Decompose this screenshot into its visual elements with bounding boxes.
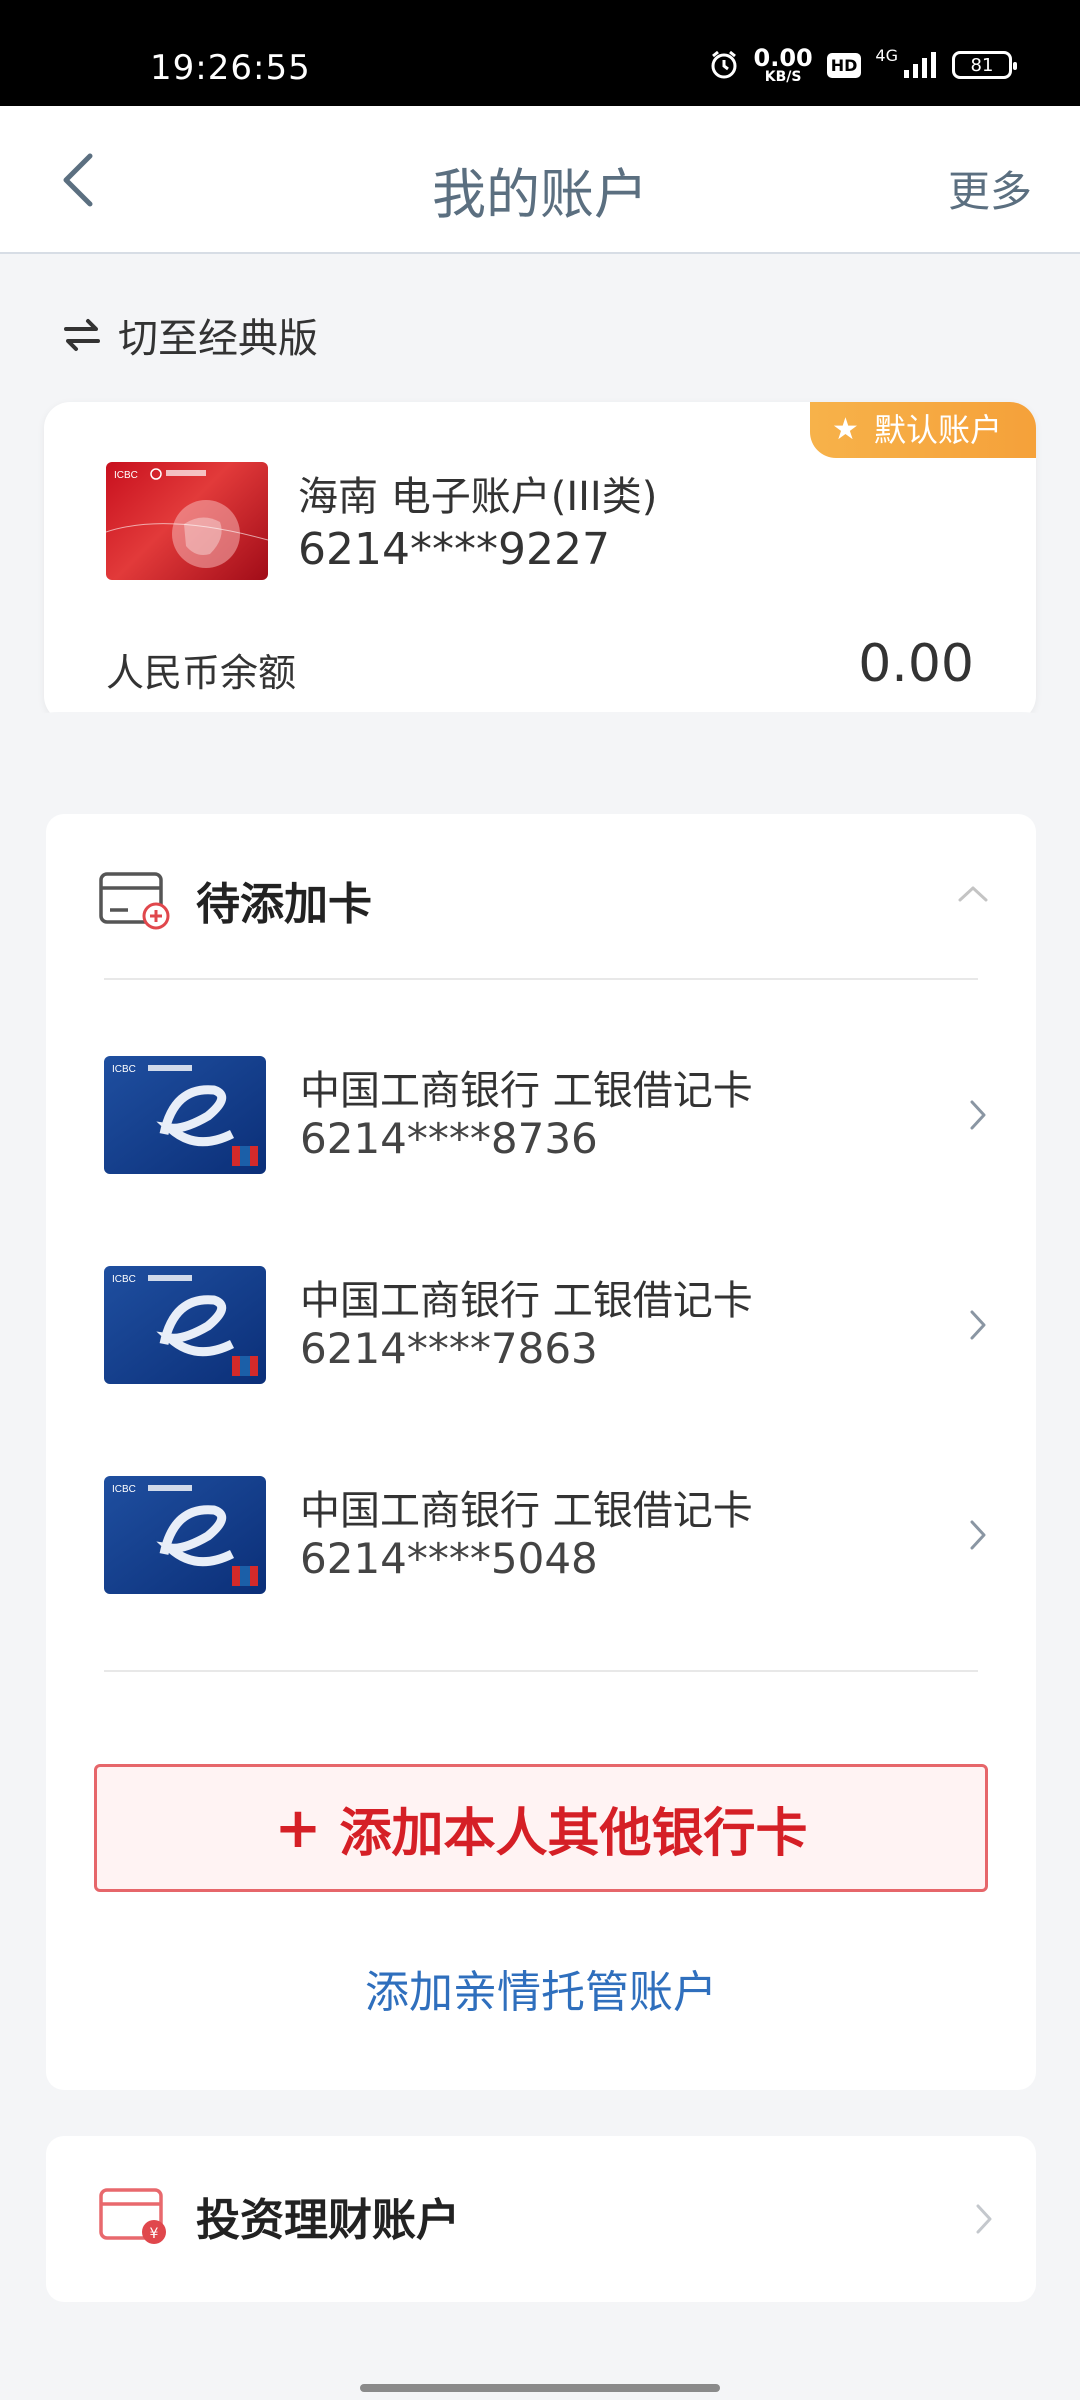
card-number: 6214****8736 (300, 1114, 598, 1163)
network-type: 4G (875, 46, 898, 65)
invest-accounts-header: ¥ 投资理财账户 (98, 2184, 460, 2248)
chevron-right-icon (970, 1310, 986, 1340)
battery-icon: 81 (952, 51, 1017, 79)
debit-card-thumbnail: ICBC (104, 1056, 266, 1174)
globe-card-art-icon: ICBC (106, 468, 268, 568)
account-number: 6214****9227 (298, 524, 610, 575)
card-number: 6214****5048 (300, 1534, 598, 1583)
divider (104, 978, 978, 980)
home-indicator[interactable] (360, 2384, 720, 2392)
more-button[interactable]: 更多 (948, 158, 1032, 219)
card-bank-name: 中国工商银行 工银借记卡 (300, 1068, 753, 1114)
chevron-right-icon (970, 1100, 986, 1130)
icbc-debit-card-art-icon: ICBC (104, 1056, 266, 1174)
svg-text:ICBC: ICBC (112, 1484, 136, 1495)
add-other-bank-card-button[interactable]: + 添加本人其他银行卡 (94, 1764, 988, 1892)
icbc-debit-card-art-icon: ICBC (104, 1266, 266, 1384)
swap-icon (64, 319, 100, 351)
chevron-right-icon (976, 2204, 992, 2234)
alarm-icon (711, 50, 737, 79)
switch-version-link[interactable]: 切至经典版 (62, 306, 318, 364)
card-image: ICBC (106, 462, 268, 580)
account-name: 海南 电子账户(III类) (298, 474, 658, 520)
net-speed: 0.00 KB/S (754, 46, 813, 84)
invest-accounts-title: 投资理财账户 (196, 2195, 460, 2246)
battery-level: 81 (970, 54, 994, 76)
status-time: 19:26:55 (150, 48, 311, 88)
card-list-item[interactable]: ICBC 中国工商银行 工银借记卡 6214****7863 (104, 1266, 986, 1384)
chevron-up-icon[interactable] (958, 884, 988, 904)
svg-text:ICBC: ICBC (114, 470, 138, 481)
add-other-bank-card-label: 添加本人其他银行卡 (339, 1803, 808, 1864)
switch-version-label: 切至经典版 (118, 316, 318, 362)
pending-cards-title: 待添加卡 (196, 879, 372, 930)
page-title: 我的账户 (432, 163, 648, 226)
card-bank-name: 中国工商银行 工银借记卡 (300, 1488, 753, 1534)
card-bank-name: 中国工商银行 工银借记卡 (300, 1278, 753, 1324)
balance-label: 人民币余额 (106, 651, 297, 695)
net-speed-unit: KB/S (764, 69, 802, 85)
balance-value: 0.00 (858, 634, 974, 694)
signal-icon (904, 52, 936, 78)
svg-text:ICBC: ICBC (112, 1274, 136, 1285)
add-family-account-link[interactable]: 添加亲情托管账户 (46, 1956, 1036, 2020)
pending-cards-panel: 待添加卡 ICBC 中国工商银行 工银借记卡 6214****8736 ICBC… (46, 814, 1036, 2090)
wealth-card-icon: ¥ (99, 2188, 166, 2244)
chevron-right-icon (970, 1520, 986, 1550)
star-icon: ★ (831, 412, 859, 447)
status-bar: 19:26:55 0.00 KB/S HD 4G 81 (0, 0, 1080, 106)
card-list-item[interactable]: ICBC 中国工商银行 工银借记卡 6214****5048 (104, 1476, 986, 1594)
divider (104, 1670, 978, 1672)
default-account-badge-label: 默认账户 (873, 411, 1002, 449)
debit-card-thumbnail: ICBC (104, 1476, 266, 1594)
pending-cards-header[interactable]: 待添加卡 (98, 868, 372, 932)
app-header: 我的账户 更多 (0, 106, 1080, 254)
svg-text:¥: ¥ (150, 2226, 159, 2242)
invest-accounts-panel[interactable]: ¥ 投资理财账户 (46, 2136, 1036, 2302)
icbc-debit-card-art-icon: ICBC (104, 1476, 266, 1594)
card-number: 6214****7863 (300, 1324, 598, 1373)
debit-card-thumbnail: ICBC (104, 1266, 266, 1384)
card-list-item[interactable]: ICBC 中国工商银行 工银借记卡 6214****8736 (104, 1056, 986, 1174)
net-speed-value: 0.00 (753, 44, 813, 72)
status-icons: 0.00 KB/S HD 4G 81 (708, 46, 1017, 84)
default-account-badge: ★ 默认账户 (809, 402, 1036, 458)
hd-badge: HD (826, 52, 862, 78)
add-card-icon (99, 872, 170, 930)
svg-text:ICBC: ICBC (112, 1064, 136, 1075)
default-account-card[interactable]: ★ 默认账户 ICBC 海南 电子账户(III类) 6214****9227 人… (44, 402, 1036, 722)
plus-icon: + (274, 1795, 322, 1861)
